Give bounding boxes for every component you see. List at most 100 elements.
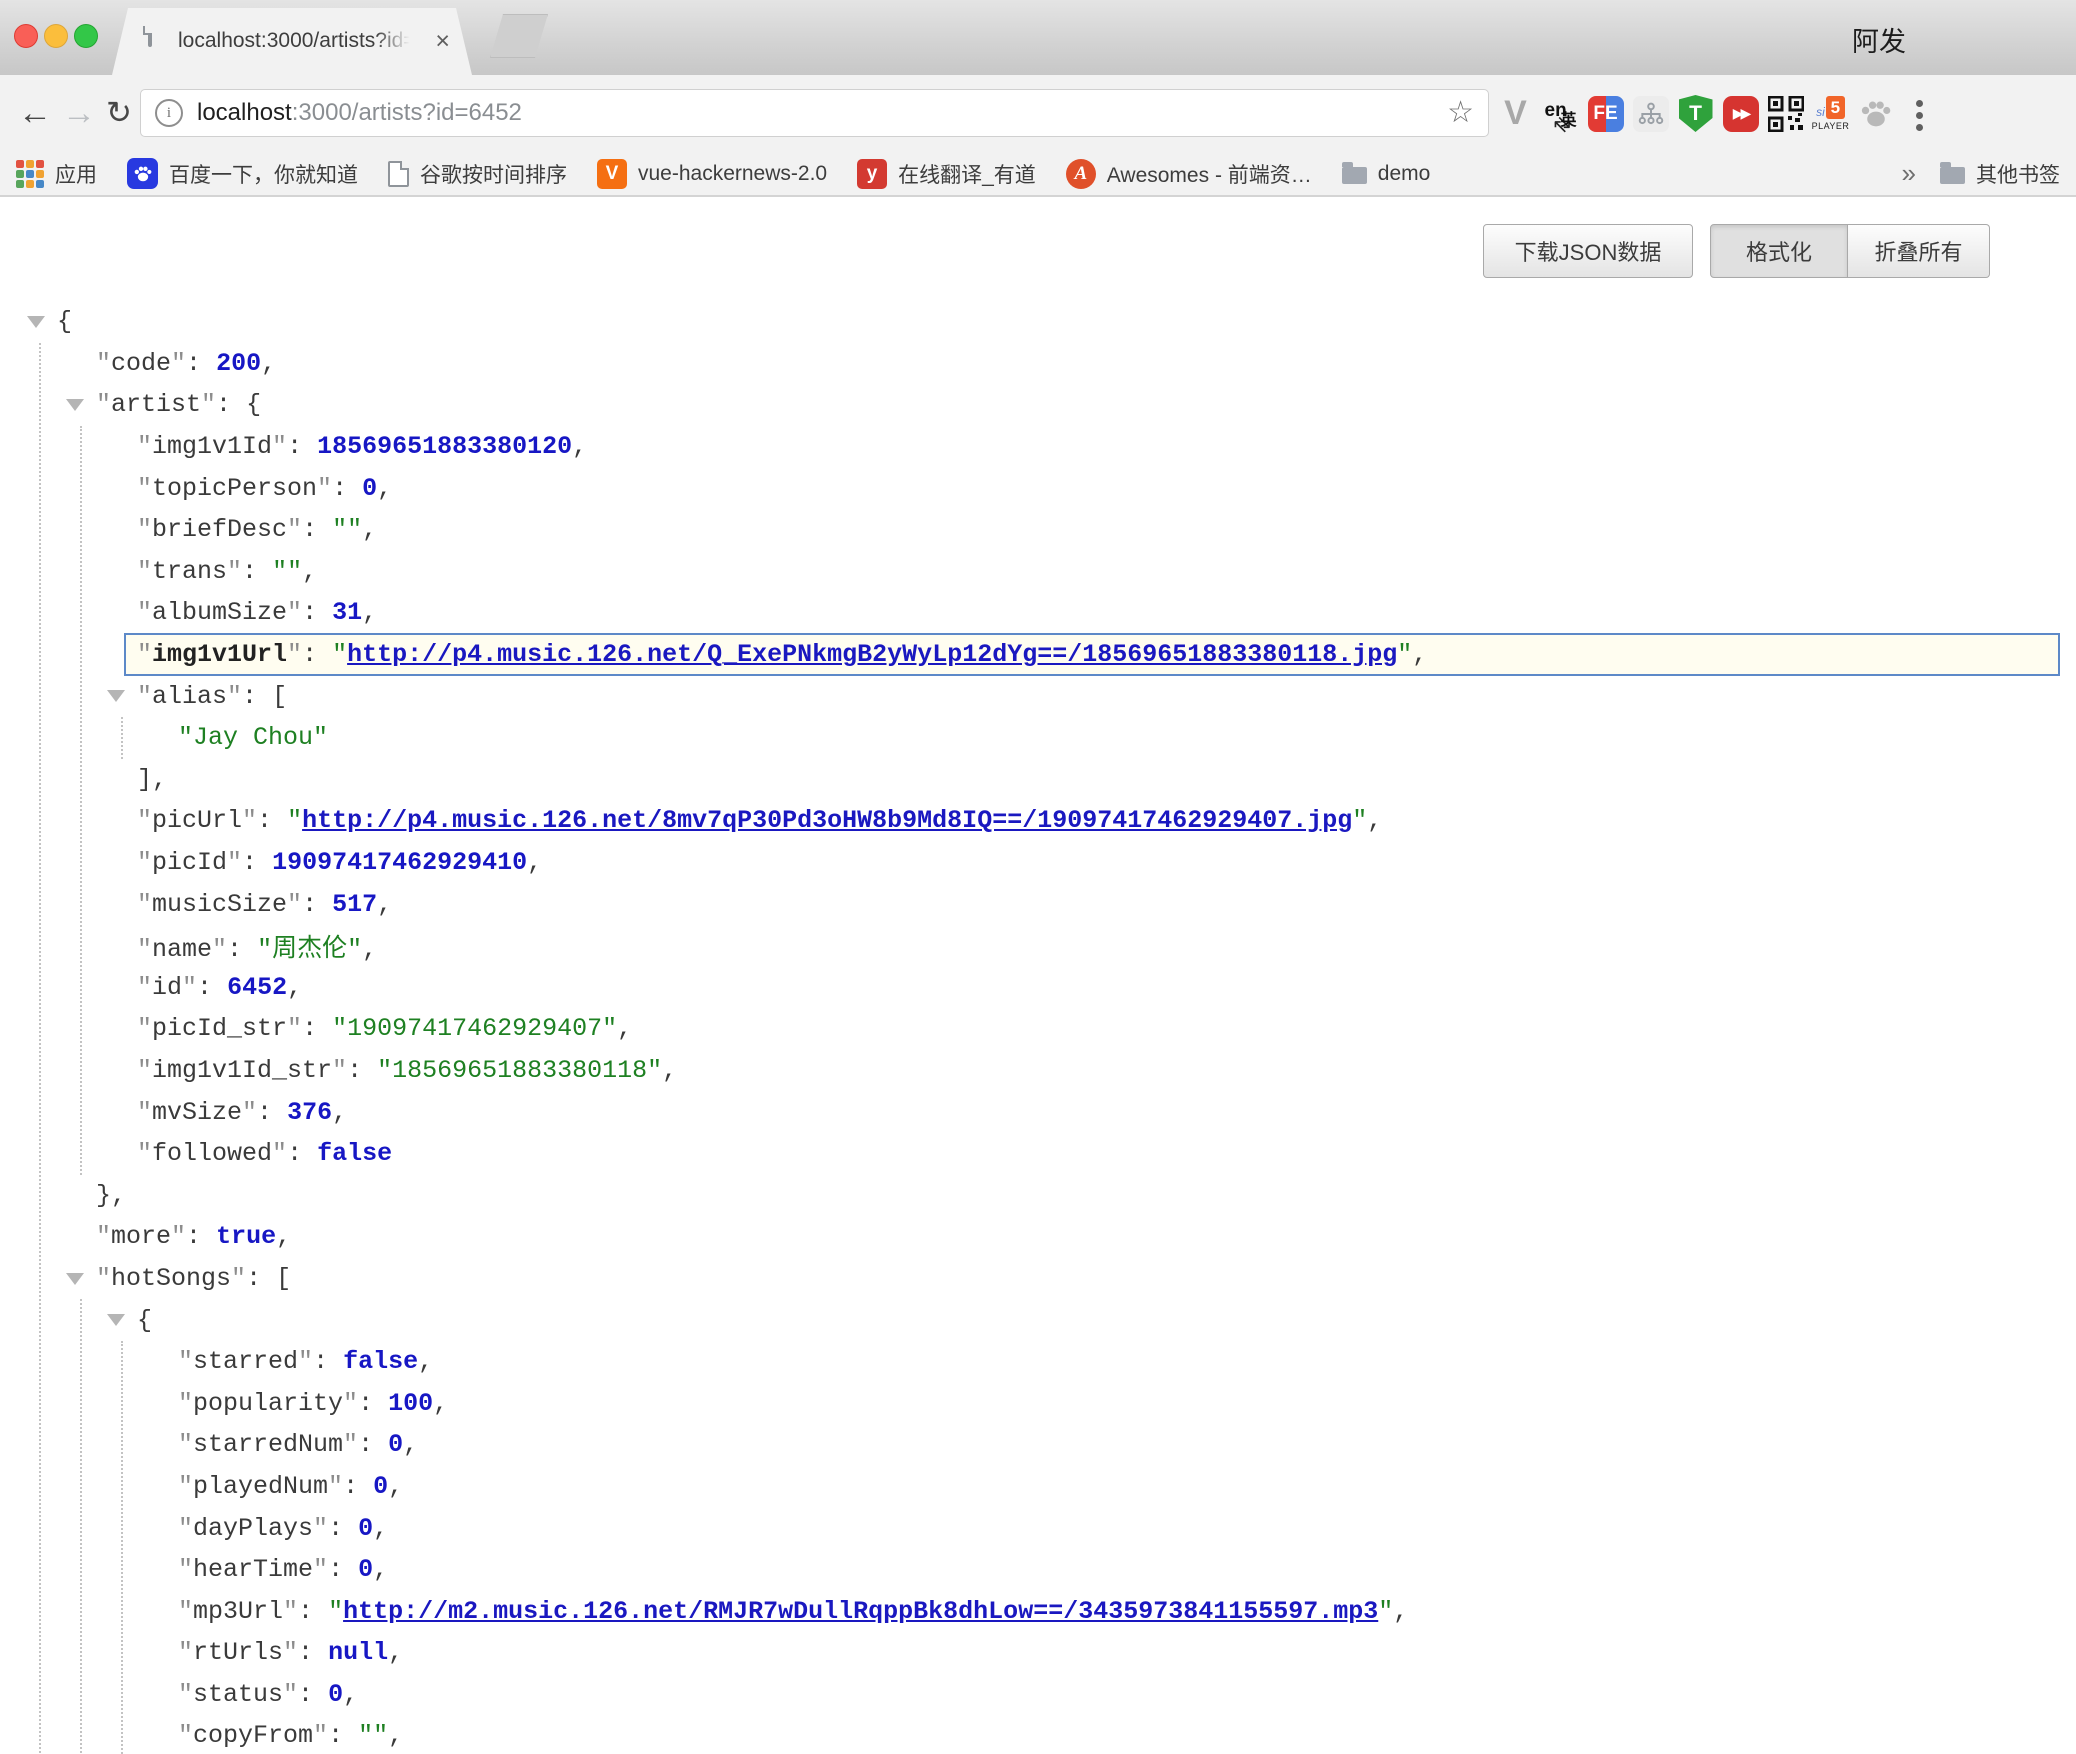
json-tree: {"code": 200,"artist": {"img1v1Id": 1856… [0, 301, 2076, 1754]
json-line: "artist": { [0, 384, 2076, 426]
json-line: { [0, 1299, 2076, 1341]
json-line: "Jay Chou" [0, 717, 2076, 759]
apps-grid-icon [16, 160, 44, 188]
vue-icon: V [597, 159, 627, 189]
chrome-menu-icon[interactable] [1916, 95, 1924, 136]
paw-extension-icon[interactable] [1853, 75, 1898, 152]
json-line-text: "img1v1Id": 18569651883380120, [0, 432, 587, 461]
json-line-text: ], [0, 765, 167, 794]
video-speed-icon[interactable]: ▶▶ [1718, 75, 1763, 152]
baidu-paw-icon [127, 158, 158, 189]
new-tab-button[interactable] [490, 14, 548, 58]
back-button[interactable]: ← [18, 93, 52, 133]
folder-icon [1342, 167, 1367, 184]
json-line: "mvSize": 376, [0, 1091, 2076, 1133]
reload-button[interactable]: ↻ [106, 93, 132, 133]
format-button[interactable]: 格式化 [1710, 224, 1848, 278]
json-link[interactable]: http://p4.music.126.net/8mv7qP30Pd3oHW8b… [302, 806, 1352, 835]
bookmark-label: 百度一下，你就知道 [169, 159, 358, 189]
collapse-arrow-icon[interactable] [66, 399, 84, 411]
page-info-icon[interactable]: i [155, 99, 183, 127]
view-mode-group: 格式化 折叠所有 [1710, 224, 1990, 278]
json-line-text: "img1v1Id_str": "18569651883380118", [0, 1056, 677, 1085]
json-line: "alias": [ [0, 675, 2076, 717]
collapse-arrow-icon[interactable] [27, 316, 45, 328]
bookmark-item[interactable]: 谷歌按时间排序 [388, 159, 567, 189]
bookmark-label: Awesomes - 前端资… [1107, 159, 1312, 189]
json-line-text: "picId": 19097417462929410, [0, 848, 542, 877]
zoom-window-button[interactable] [74, 24, 98, 48]
bookmark-item[interactable]: 百度一下，你就知道 [127, 158, 358, 189]
json-link[interactable]: http://p4.music.126.net/Q_ExePNkmgB2yWyL… [347, 640, 1397, 669]
json-line: "copyFrom": "", [0, 1715, 2076, 1754]
bookmark-item[interactable]: 应用 [16, 159, 97, 189]
json-line-text: "playedNum": 0, [0, 1472, 403, 1501]
bookmark-item[interactable]: AAwesomes - 前端资… [1066, 159, 1312, 189]
url-host: localhost [197, 99, 292, 126]
other-bookmarks-folder[interactable]: 其他书签 [1940, 159, 2060, 189]
json-line-text: "topicPerson": 0, [0, 474, 392, 503]
forward-button: → [62, 93, 96, 133]
bookmark-label: 谷歌按时间排序 [420, 159, 567, 189]
collapse-arrow-icon[interactable] [66, 1273, 84, 1285]
json-line: "id": 6452, [0, 967, 2076, 1009]
close-window-button[interactable] [14, 24, 38, 48]
browser-tab[interactable]: localhost:3000/artists?id=645 × [112, 8, 472, 75]
address-bar[interactable]: i localhost:3000/artists?id=6452 ☆ [140, 89, 1489, 137]
bookmark-star-icon[interactable]: ☆ [1447, 95, 1474, 130]
json-line-text: "musicSize": 517, [0, 890, 392, 919]
json-link[interactable]: http://m2.music.126.net/RMJR7wDullRqppBk… [343, 1597, 1378, 1626]
bookmark-item[interactable]: y在线翻译_有道 [857, 159, 1036, 189]
html5-player-icon[interactable]: si5PLAYER [1808, 75, 1853, 152]
collapse-arrow-icon[interactable] [107, 690, 125, 702]
json-line-text: "more": true, [0, 1222, 291, 1251]
json-line-text: "hearTime": 0, [0, 1555, 388, 1584]
json-line: }, [0, 1174, 2076, 1216]
bookmark-label: 在线翻译_有道 [898, 159, 1036, 189]
bookmarks-bar: 应用 百度一下，你就知道 谷歌按时间排序 Vvue-hackernews-2.0 y在线… [0, 152, 2076, 197]
page-content: 下载JSON数据 格式化 折叠所有 {"code": 200,"artist":… [0, 199, 2076, 1754]
qrcode-icon[interactable] [1763, 75, 1808, 152]
json-line-text: "rtUrls": null, [0, 1638, 403, 1667]
json-line: "img1v1Id": 18569651883380120, [0, 426, 2076, 468]
json-line: "picId_str": "19097417462929407", [0, 1008, 2076, 1050]
json-line: "popularity": 100, [0, 1382, 2076, 1424]
json-line: "status": 0, [0, 1674, 2076, 1716]
collapse-arrow-icon[interactable] [107, 1314, 125, 1326]
json-line: "name": "周杰伦", [0, 925, 2076, 967]
tab-close-icon[interactable]: × [435, 26, 450, 56]
json-line: "starredNum": 0, [0, 1424, 2076, 1466]
json-line-text: "artist": { [0, 390, 261, 419]
profile-name[interactable]: 阿发 [1852, 20, 1906, 59]
minimize-window-button[interactable] [44, 24, 68, 48]
json-line: "hotSongs": [ [0, 1258, 2076, 1300]
json-line: "followed": false [0, 1133, 2076, 1175]
json-line-text: }, [0, 1181, 126, 1210]
json-line: "code": 200, [0, 343, 2076, 385]
url-text: localhost:3000/artists?id=6452 [197, 99, 522, 127]
json-line-text: "starredNum": 0, [0, 1430, 418, 1459]
fe-icon[interactable]: FE [1583, 75, 1628, 152]
page-favicon-icon [148, 26, 152, 47]
titlebar: localhost:3000/artists?id=645 × 阿发 [0, 0, 2076, 75]
json-line: "briefDesc": "", [0, 509, 2076, 551]
json-line-text: "briefDesc": "", [0, 515, 377, 544]
tampermonkey-icon[interactable]: T [1673, 75, 1718, 152]
browser-window: localhost:3000/artists?id=645 × 阿发 ← → ↻… [0, 0, 2076, 1754]
json-line-text: "hotSongs": [ [0, 1264, 291, 1293]
bookmarks-overflow-icon[interactable]: » [1902, 158, 1916, 189]
bookmark-item[interactable]: Vvue-hackernews-2.0 [597, 159, 827, 189]
download-json-button[interactable]: 下载JSON数据 [1483, 224, 1693, 278]
vue-devtools-icon[interactable]: V [1493, 75, 1538, 152]
json-line-text: "img1v1Url": "http://p4.music.126.net/Q_… [0, 640, 1427, 669]
json-line-text: "starred": false, [0, 1347, 433, 1376]
bookmark-label: vue-hackernews-2.0 [638, 162, 827, 186]
json-line-text: "picUrl": "http://p4.music.126.net/8mv7q… [0, 806, 1382, 835]
translate-icon[interactable]: ⇄英en [1538, 75, 1583, 152]
json-line-text: "status": 0, [0, 1680, 358, 1709]
json-line-text: "picId_str": "19097417462929407", [0, 1014, 632, 1043]
sitemap-icon[interactable] [1628, 75, 1673, 152]
collapse-all-button[interactable]: 折叠所有 [1848, 224, 1990, 278]
bookmark-item[interactable]: demo [1342, 162, 1431, 186]
json-line: { [0, 301, 2076, 343]
